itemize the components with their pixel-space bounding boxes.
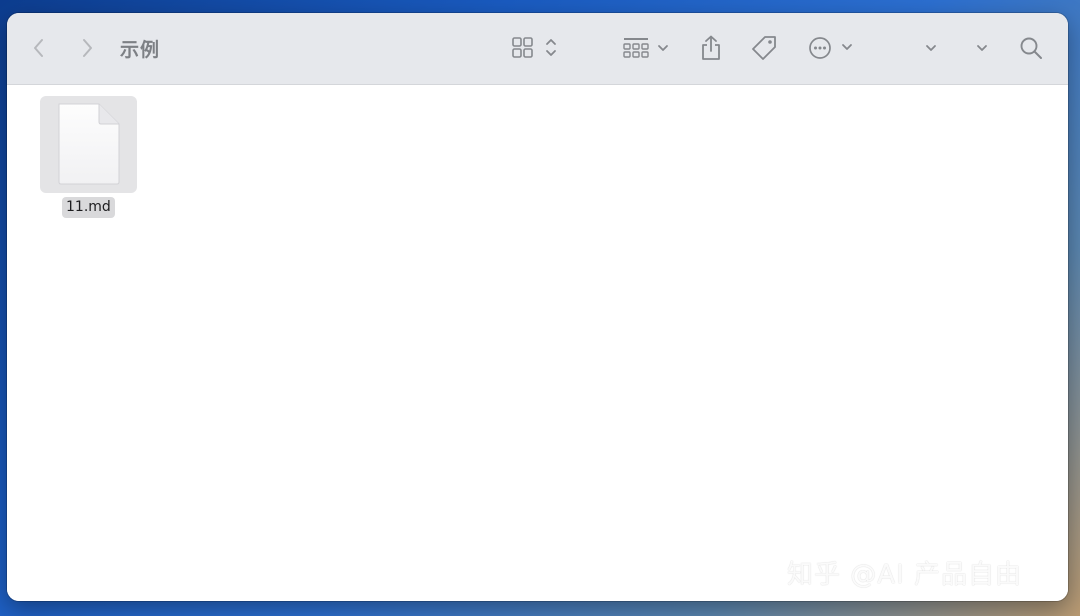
document-icon xyxy=(58,103,120,185)
dropdown-button-2[interactable] xyxy=(972,32,992,64)
toolbar: 示例 xyxy=(7,13,1068,85)
file-selection-highlight xyxy=(40,96,137,193)
chevron-down-icon xyxy=(977,45,987,51)
share-button[interactable] xyxy=(697,32,725,64)
file-item-11-md[interactable]: 11.md xyxy=(40,96,137,226)
search-icon xyxy=(1020,37,1042,59)
share-icon xyxy=(702,35,720,60)
view-mode-button[interactable] xyxy=(510,32,560,64)
watermark: 知乎 @AI 产品自由 xyxy=(787,560,1022,590)
chevron-right-icon xyxy=(83,39,92,57)
chevron-left-icon xyxy=(34,39,43,57)
window-title: 示例 xyxy=(120,39,161,61)
group-by-icon xyxy=(623,38,668,58)
more-actions-button[interactable] xyxy=(807,32,857,64)
back-button[interactable] xyxy=(27,32,51,64)
forward-button[interactable] xyxy=(75,32,99,64)
tag-icon xyxy=(752,36,776,60)
dropdown-button-1[interactable] xyxy=(921,32,941,64)
file-name-label[interactable]: 11.md xyxy=(62,197,115,218)
file-browser-content: 11.md xyxy=(7,85,1068,601)
tag-button[interactable] xyxy=(748,32,780,64)
search-button[interactable] xyxy=(1017,32,1045,64)
finder-window: 示例 11.md xyxy=(7,13,1068,601)
ellipsis-circle-icon xyxy=(809,37,852,59)
group-by-button[interactable] xyxy=(621,32,673,64)
grid-view-icon xyxy=(512,37,556,58)
chevron-down-icon xyxy=(926,45,936,51)
